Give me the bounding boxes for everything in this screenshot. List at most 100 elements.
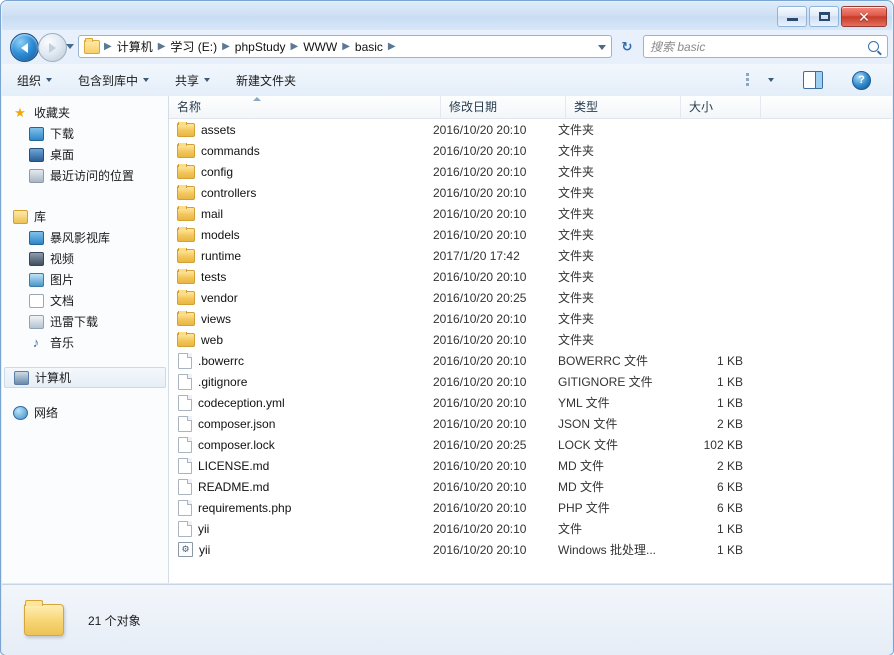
file-date-cell: 2016/10/20 20:10 (433, 185, 527, 200)
table-row[interactable]: models 2016/10/20 20:10 文件夹 (169, 224, 892, 245)
preview-pane-button[interactable] (792, 66, 834, 94)
sidebar-label: 音乐 (50, 336, 75, 350)
column-header-name[interactable]: 名称 (169, 96, 441, 118)
change-view-button[interactable] (735, 68, 785, 92)
sidebar-item-downloads[interactable]: 下载 (2, 123, 168, 144)
back-button[interactable] (10, 33, 39, 62)
column-header-filler[interactable] (761, 96, 892, 118)
sidebar-item-music[interactable]: ♪ 音乐 (2, 332, 168, 353)
table-row[interactable]: tests 2016/10/20 20:10 文件夹 (169, 266, 892, 287)
file-date-cell: 2017/1/20 17:42 (433, 248, 520, 263)
file-name-label: yii (198, 521, 210, 536)
breadcrumb-item-drive[interactable]: 学习 (E:) (167, 36, 220, 57)
table-row[interactable]: controllers 2016/10/20 20:10 文件夹 (169, 182, 892, 203)
document-icon (178, 457, 192, 474)
maximize-icon (818, 12, 830, 21)
breadcrumb-item-phpstudy[interactable]: phpStudy (232, 38, 289, 56)
table-row[interactable]: ⚙ yii 2016/10/20 20:10 Windows 批处理... 1 KB (169, 539, 892, 560)
breadcrumb-separator: ▶ (290, 41, 299, 52)
file-type-cell: 文件夹 (558, 123, 595, 137)
table-row[interactable]: runtime 2017/1/20 17:42 文件夹 (169, 245, 892, 266)
table-row[interactable]: vendor 2016/10/20 20:25 文件夹 (169, 287, 892, 308)
table-row[interactable]: assets 2016/10/20 20:10 文件夹 (169, 119, 892, 140)
file-type-cell: 文件夹 (558, 228, 595, 242)
new-folder-button[interactable]: 新建文件夹 (225, 67, 307, 94)
column-header-size[interactable]: 大小 (681, 96, 761, 118)
file-name-cell: assets (169, 122, 433, 137)
table-row[interactable]: views 2016/10/20 20:10 文件夹 (169, 308, 892, 329)
column-header-type[interactable]: 类型 (566, 96, 681, 118)
help-button[interactable]: ? (841, 66, 882, 95)
file-type-cell: 文件夹 (558, 312, 595, 326)
table-row[interactable]: .gitignore 2016/10/20 20:10 GITIGNORE 文件 1 … (169, 371, 892, 392)
refresh-button[interactable]: ↻ (616, 35, 638, 58)
table-row[interactable]: requirements.php 2016/10/20 20:10 PHP 文件 6 … (169, 497, 892, 518)
close-button[interactable]: ✕ (841, 6, 887, 27)
batch-file-icon: ⚙ (178, 542, 193, 557)
file-name-label: requirements.php (198, 500, 292, 515)
sidebar-item-network[interactable]: 网络 (2, 402, 168, 423)
forward-button[interactable] (38, 33, 67, 62)
include-in-library-button[interactable]: 包含到库中 (67, 67, 160, 94)
recent-locations-dropdown-icon[interactable] (66, 44, 74, 49)
table-row[interactable]: config 2016/10/20 20:10 文件夹 (169, 161, 892, 182)
table-row[interactable]: mail 2016/10/20 20:10 文件夹 (169, 203, 892, 224)
sidebar-item-documents[interactable]: 文档 (2, 290, 168, 311)
column-header-row: 名称 修改日期 类型 大小 (169, 96, 892, 119)
sidebar-item-desktop[interactable]: 桌面 (2, 144, 168, 165)
file-name-cell: commands (169, 143, 433, 158)
table-row[interactable]: .bowerrc 2016/10/20 20:10 BOWERRC 文件 1 KB (169, 350, 892, 371)
file-name-label: config (201, 164, 234, 179)
breadcrumb-item-computer[interactable]: 计算机 (114, 36, 156, 57)
file-size-cell: 1 KB (716, 353, 743, 368)
file-list-pane[interactable]: 名称 修改日期 类型 大小 assets 2016/10/20 20:10 文件夹 c… (169, 96, 892, 583)
search-input[interactable]: 搜索 basic (643, 35, 888, 58)
file-name-label: composer.json (198, 416, 276, 431)
table-row[interactable]: README.md 2016/10/20 20:10 MD 文件 6 KB (169, 476, 892, 497)
folder-icon (177, 290, 195, 305)
column-header-date[interactable]: 修改日期 (441, 96, 566, 118)
search-placeholder: 搜索 basic (650, 40, 706, 54)
preview-pane-icon (803, 71, 823, 89)
address-dropdown-icon[interactable] (598, 45, 606, 50)
file-type-cell: BOWERRC 文件 (558, 354, 649, 368)
new-folder-label: 新建文件夹 (236, 73, 297, 88)
organize-button[interactable]: 组织 (6, 67, 63, 94)
share-button[interactable]: 共享 (164, 67, 221, 94)
sidebar-item-pictures[interactable]: 图片 (2, 269, 168, 290)
sidebar-item-baofeng-library[interactable]: 暴风影视库 (2, 227, 168, 248)
sidebar-header-favorites[interactable]: ★ 收藏夹 (2, 102, 168, 123)
maximize-button[interactable] (809, 6, 839, 27)
sidebar-item-thunder-download[interactable]: 迅雷下载 (2, 311, 168, 332)
file-type-cell: JSON 文件 (558, 417, 618, 431)
chevron-down-icon (46, 78, 53, 82)
file-name-label: web (201, 332, 224, 347)
minimize-button[interactable] (777, 6, 807, 27)
breadcrumb-item-basic[interactable]: basic (352, 38, 386, 56)
document-icon (178, 352, 192, 369)
sidebar-header-libraries[interactable]: 库 (2, 206, 168, 227)
file-name-cell: ⚙ yii (169, 542, 433, 557)
table-row[interactable]: commands 2016/10/20 20:10 文件夹 (169, 140, 892, 161)
table-row[interactable]: composer.json 2016/10/20 20:10 JSON 文件 2 KB (169, 413, 892, 434)
sidebar-item-videos[interactable]: 视频 (2, 248, 168, 269)
address-bar[interactable]: ▶ 计算机 ▶ 学习 (E:) ▶ phpStudy ▶ WWW ▶ basic… (78, 35, 612, 58)
table-row[interactable]: LICENSE.md 2016/10/20 20:10 MD 文件 2 KB (169, 455, 892, 476)
table-row[interactable]: composer.lock 2016/10/20 20:25 LOCK 文件 102 … (169, 434, 892, 455)
explorer-window: ✕ ▶ 计算机 ▶ 学习 (E:) ▶ phpStudy ▶ WWW ▶ bas… (0, 0, 894, 655)
table-row[interactable]: web 2016/10/20 20:10 文件夹 (169, 329, 892, 350)
sidebar-item-recent-places[interactable]: 最近访问的位置 (2, 165, 168, 186)
close-icon: ✕ (858, 8, 870, 25)
file-name-cell: .bowerrc (169, 352, 433, 369)
sidebar-item-computer[interactable]: 计算机 (4, 367, 166, 388)
table-row[interactable]: codeception.yml 2016/10/20 20:10 YML 文件 1 K… (169, 392, 892, 413)
navigation-pane[interactable]: ★ 收藏夹 下载 桌面 最近访问的位置 库 暴风影视库 视频 图片 文档 迅雷下… (2, 96, 169, 583)
table-row[interactable]: yii 2016/10/20 20:10 文件 1 KB (169, 518, 892, 539)
breadcrumb-item-www[interactable]: WWW (300, 38, 340, 56)
toolbar-right-group: ? (731, 66, 892, 95)
file-type-cell: 文件夹 (558, 249, 595, 263)
breadcrumb-separator: ▶ (342, 41, 350, 52)
document-icon (178, 499, 192, 516)
pictures-icon (28, 272, 44, 288)
